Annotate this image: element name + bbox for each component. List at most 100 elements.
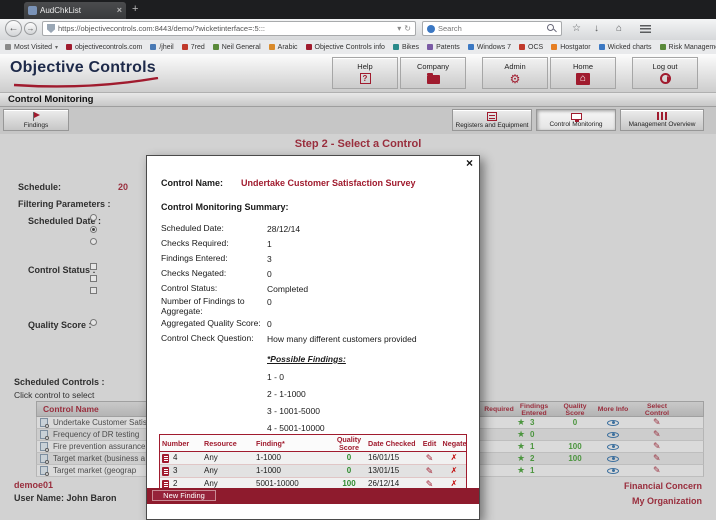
bookmark-favicon [212, 44, 219, 50]
eye-icon[interactable] [607, 467, 619, 474]
home-nav-icon[interactable]: ⌂ [616, 22, 622, 35]
url-input[interactable] [58, 24, 395, 33]
module-toolbar: Findings Registers and Equipment Control… [0, 107, 716, 135]
scheduled-date-radio[interactable] [90, 214, 97, 221]
search-engine-icon[interactable] [427, 24, 435, 33]
bookmark-item[interactable]: Objective Controls info [305, 44, 385, 51]
date-checked-header: Date Checked [368, 439, 416, 448]
url-bar[interactable]: ▾ ↻ [42, 21, 416, 36]
tab-management-overview[interactable]: Management Overview [620, 109, 704, 131]
quality-score-label: Quality Score : [28, 320, 92, 330]
browser-navbar: ← → ▾ ↻ ☆ ↓ ⌂ [0, 19, 716, 41]
bookmark-item[interactable]: 7red [181, 44, 205, 51]
bookmark-item[interactable]: Neil General [212, 44, 261, 51]
scheduled-date-radio[interactable] [90, 226, 97, 233]
downloads-icon[interactable]: ↓ [594, 22, 599, 35]
new-tab-button[interactable]: + [132, 3, 138, 16]
step-title: Step 2 - Select a Control [294, 138, 422, 150]
pencil-icon[interactable]: ✎ [653, 417, 661, 428]
nav-home[interactable]: Home ⌂ [550, 57, 616, 89]
negate-icon[interactable]: ✗ [442, 452, 466, 464]
site-identity-icon[interactable] [47, 24, 55, 33]
help-icon: ? [359, 73, 371, 84]
findings-entered-header: Findings Entered [519, 403, 549, 417]
clipboard-icon[interactable] [162, 466, 169, 476]
nav-company[interactable]: Company [400, 57, 466, 89]
new-finding-button[interactable]: New Finding [152, 490, 216, 501]
control-name-label: Control Name: [161, 178, 224, 188]
quality-score-header: Quality Score [563, 403, 587, 417]
search-icon[interactable] [547, 23, 557, 34]
negate-header: Negate [442, 439, 467, 448]
tab-close-icon[interactable]: × [117, 6, 122, 15]
edit-pencil-icon[interactable]: ✎ [417, 465, 442, 477]
bookmark-star-icon[interactable]: ☆ [572, 22, 581, 35]
search-bar[interactable] [422, 21, 562, 36]
eye-icon[interactable] [607, 443, 619, 450]
close-icon[interactable]: × [466, 157, 473, 170]
pencil-icon[interactable]: ✎ [653, 429, 661, 440]
negate-icon[interactable]: ✗ [442, 465, 466, 477]
possible-finding: 1 - 0 [267, 372, 285, 382]
bookmark-item[interactable]: Bikes [392, 44, 419, 51]
quality-score-radio[interactable] [90, 319, 97, 326]
app-page: Objective Controls Help ? Company Admin … [0, 54, 716, 520]
nav-logout[interactable]: Log out [632, 57, 698, 89]
menu-icon[interactable] [640, 25, 651, 33]
scheduled-date-radio[interactable] [90, 238, 97, 245]
clipboard-icon[interactable] [162, 453, 169, 463]
bookmark-favicon [659, 44, 666, 50]
chevron-down-icon: ▾ [55, 44, 59, 51]
bookmark-item[interactable]: OCS [519, 44, 543, 51]
possible-findings-title: *Possible Findings: [267, 354, 346, 364]
bookmark-item[interactable]: Wicked charts [598, 44, 652, 51]
eye-icon[interactable] [607, 455, 619, 462]
browser-tab[interactable]: AudChkList × [24, 2, 126, 19]
finding-row: 4 Any 1-1000 0 16/01/15 ✎ ✗ [160, 452, 466, 465]
control-name-header: Control Name [43, 404, 99, 414]
bookmark-item[interactable]: Arabic [268, 44, 298, 51]
logo-swoosh [13, 77, 159, 88]
tab-registers-equipment[interactable]: Registers and Equipment [452, 109, 532, 131]
pencil-icon[interactable]: ✎ [653, 441, 661, 452]
bookmark-item[interactable]: Patents [427, 44, 460, 51]
bookmark-item[interactable]: objectivecontrols.com [66, 44, 142, 51]
edit-header: Edit [422, 439, 437, 448]
nav-help[interactable]: Help ? [332, 57, 398, 89]
control-status-label: Control Status : [28, 265, 96, 275]
filtering-label: Filtering Parameters : [18, 199, 111, 209]
pencil-icon[interactable]: ✎ [653, 465, 661, 476]
bookmark-favicon [427, 44, 434, 50]
browser-titlebar: AudChkList × + [0, 0, 716, 19]
bookmark-item[interactable]: Risk Management [659, 44, 716, 51]
control-item-icon [40, 442, 49, 452]
tab-control-monitoring[interactable]: Control Monitoring [536, 109, 616, 131]
bookmark-item[interactable]: Most Visited ▾ [5, 44, 58, 51]
bookmark-item[interactable]: /jheil [150, 44, 174, 51]
my-organization-link[interactable]: My Organization [632, 496, 702, 506]
url-dropdown-icon[interactable]: ▾ [397, 24, 401, 33]
control-status-checkbox[interactable] [90, 287, 97, 294]
number-header: Number [162, 439, 190, 448]
possible-finding: 4 - 5001-10000 [267, 423, 325, 433]
select-control-header: Select Control [644, 403, 670, 417]
tab-findings[interactable]: Findings [3, 109, 69, 131]
scheduled-controls-label: Scheduled Controls : [14, 377, 105, 387]
home-icon: ⌂ [576, 72, 590, 85]
nav-admin[interactable]: Admin ⚙ [482, 57, 548, 89]
back-button[interactable]: ← [5, 20, 22, 37]
pencil-icon[interactable]: ✎ [653, 453, 661, 464]
control-status-checkbox[interactable] [90, 275, 97, 282]
star-icon: ★ [517, 453, 526, 463]
bookmark-item[interactable]: Windows 7 [467, 44, 511, 51]
bookmark-item[interactable]: Hostgator [551, 44, 591, 51]
eye-icon[interactable] [607, 419, 619, 426]
control-status-checkbox[interactable] [90, 263, 97, 270]
possible-finding: 2 - 1-1000 [267, 389, 306, 399]
bookmark-favicon [181, 44, 188, 50]
forward-button[interactable]: → [24, 22, 37, 35]
search-input[interactable] [438, 24, 544, 33]
edit-pencil-icon[interactable]: ✎ [417, 452, 442, 464]
reload-icon[interactable]: ↻ [404, 24, 411, 33]
eye-icon[interactable] [607, 431, 619, 438]
